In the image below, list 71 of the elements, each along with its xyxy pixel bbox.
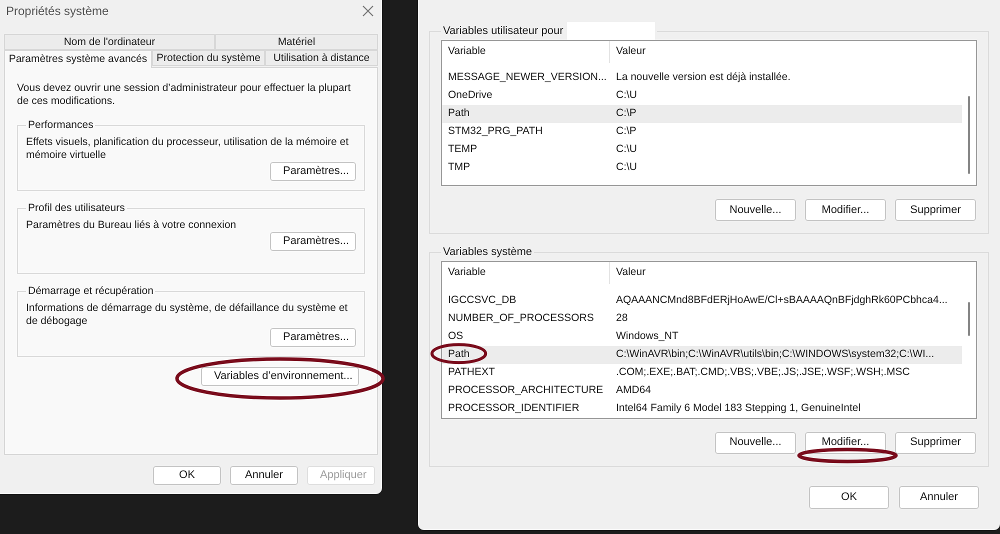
- variable-value: C:\U: [615, 88, 637, 104]
- variable-name: IGCCSVC_DB: [448, 294, 516, 306]
- group-title: Variables utilisateur pour: [443, 24, 564, 39]
- settings-button[interactable]: Paramètres...: [270, 232, 356, 251]
- variable-value: AMD64: [615, 382, 652, 398]
- environment-variables-button[interactable]: Variables d’environnement...: [201, 367, 359, 386]
- list-row[interactable]: PATHEXT .COM;.EXE;.BAT;.CMD;.VBS;.VBE;.JS;.JSE;.WSF;.WSH;.MSC: [442, 364, 962, 382]
- list-row[interactable]: Path C:\WinAVR\bin;C:\WinAVR\utils\bin;C:\WINDOWS\system32;C:\WI...: [442, 346, 962, 364]
- variable-value: Intel64 Family 6 Model 183 Stepping 1, GenuineIntel: [615, 400, 861, 416]
- list-button[interactable]: Supprimer: [895, 199, 976, 221]
- variable-value: AQAAANCMnd8BFdERjHoAwE/Cl+sBAAAAQnBFjdghRk60PCbhca4...: [615, 292, 948, 308]
- variable-name: PATHEXT: [448, 366, 495, 378]
- group-description: Paramètres du Bureau liés à votre connexion: [26, 218, 238, 232]
- tab[interactable]: Matériel: [215, 34, 378, 50]
- variable-name: Path: [448, 348, 470, 360]
- variable-value: 28: [615, 310, 628, 326]
- group-title: Variables système: [443, 245, 532, 260]
- tab[interactable]: Paramètres système avancés: [4, 50, 152, 68]
- variable-name: NUMBER_OF_PROCESSORS: [448, 312, 594, 324]
- list-row[interactable]: Path C:\P: [442, 105, 962, 123]
- list-row[interactable]: OneDrive C:\U: [442, 87, 962, 105]
- settings-button[interactable]: Paramètres...: [270, 162, 356, 181]
- group-title: Performances: [27, 118, 94, 133]
- variable-value: La nouvelle version est déjà installée.: [615, 70, 791, 86]
- variable-value: .COM;.EXE;.BAT;.CMD;.VBS;.VBE;.JS;.JSE;.WSF;.WSH;.MSC: [615, 364, 910, 380]
- tab[interactable]: Protection du système: [152, 50, 265, 66]
- list-button[interactable]: Modifier...: [805, 199, 886, 221]
- column-header[interactable]: Variable: [442, 262, 610, 284]
- list-row[interactable]: STM32_PRG_PATH C:\P: [442, 123, 962, 141]
- variable-value: C:\U: [615, 160, 637, 176]
- variable-name: PROCESSOR_ARCHITECTURE: [448, 384, 604, 396]
- column-header[interactable]: Variable: [442, 41, 610, 63]
- variable-value: C:\U: [615, 142, 637, 158]
- window-title: Propriétés système: [6, 3, 109, 20]
- variable-value: Windows_NT: [615, 328, 678, 344]
- group-description: Informations de démarrage du système, de défaillance du système et de débogage: [26, 302, 349, 328]
- list-button[interactable]: Nouvelle...: [715, 432, 796, 454]
- list-row[interactable]: TEMP C:\U: [442, 141, 962, 159]
- tab[interactable]: Utilisation à distance: [265, 50, 378, 66]
- list-row[interactable]: NUMBER_OF_PROCESSORS 28: [442, 310, 962, 328]
- dialog-button[interactable]: OK: [153, 466, 221, 485]
- variable-name: TMP: [448, 161, 470, 174]
- variable-name: STM32_PRG_PATH: [448, 125, 543, 138]
- notice-text: Vous devez ouvrir une session d’administrateur pour effectuer la plupart de ces modifications.: [17, 82, 352, 108]
- list-button[interactable]: Supprimer: [895, 432, 976, 454]
- column-header[interactable]: Valeur: [610, 264, 646, 280]
- group-description: Effets visuels, planification du processeur, utilisation de la mémoire et mémoire virtuelle: [26, 136, 350, 162]
- group-title: Profil des utilisateurs: [27, 201, 126, 216]
- variable-name: MESSAGE_NEWER_VERSION...: [448, 71, 607, 84]
- list-row[interactable]: PROCESSOR_ARCHITECTURE AMD64: [442, 382, 962, 400]
- variable-name: PROCESSOR_IDENTIFIER: [448, 402, 580, 414]
- tab[interactable]: Nom de l'ordinateur: [4, 34, 215, 50]
- list-row[interactable]: MESSAGE_NEWER_VERSION... La nouvelle version est déjà installée.: [442, 69, 962, 87]
- column-header[interactable]: Valeur: [610, 44, 646, 60]
- variable-value: C:\P: [615, 106, 636, 122]
- group-title: Démarrage et récupération: [27, 284, 154, 299]
- dialog-button[interactable]: Annuler: [230, 466, 298, 485]
- variable-name: Path: [448, 107, 470, 120]
- variable-name: TEMP: [448, 143, 478, 156]
- list-row[interactable]: TMP C:\U: [442, 159, 962, 177]
- list-row[interactable]: OS Windows_NT: [442, 328, 962, 346]
- list-row[interactable]: PROCESSOR_IDENTIFIER Intel64 Family 6 Model 183 Stepping 1, GenuineIntel: [442, 400, 962, 418]
- variable-name: OneDrive: [448, 89, 492, 102]
- variable-name: OS: [448, 330, 464, 342]
- variable-value: C:\WinAVR\bin;C:\WinAVR\utils\bin;C:\WINDOWS\system32;C:\WI...: [615, 346, 934, 362]
- list-button[interactable]: Nouvelle...: [715, 199, 796, 221]
- dialog-button[interactable]: Annuler: [899, 486, 979, 508]
- dialog-button[interactable]: OK: [809, 486, 889, 508]
- list-row[interactable]: IGCCSVC_DB AQAAANCMnd8BFdERjHoAwE/Cl+sBAAAAQnBFjdghRk60PCbhca4...: [442, 292, 962, 310]
- settings-button[interactable]: Paramètres...: [270, 328, 356, 347]
- variable-value: C:\P: [615, 124, 636, 140]
